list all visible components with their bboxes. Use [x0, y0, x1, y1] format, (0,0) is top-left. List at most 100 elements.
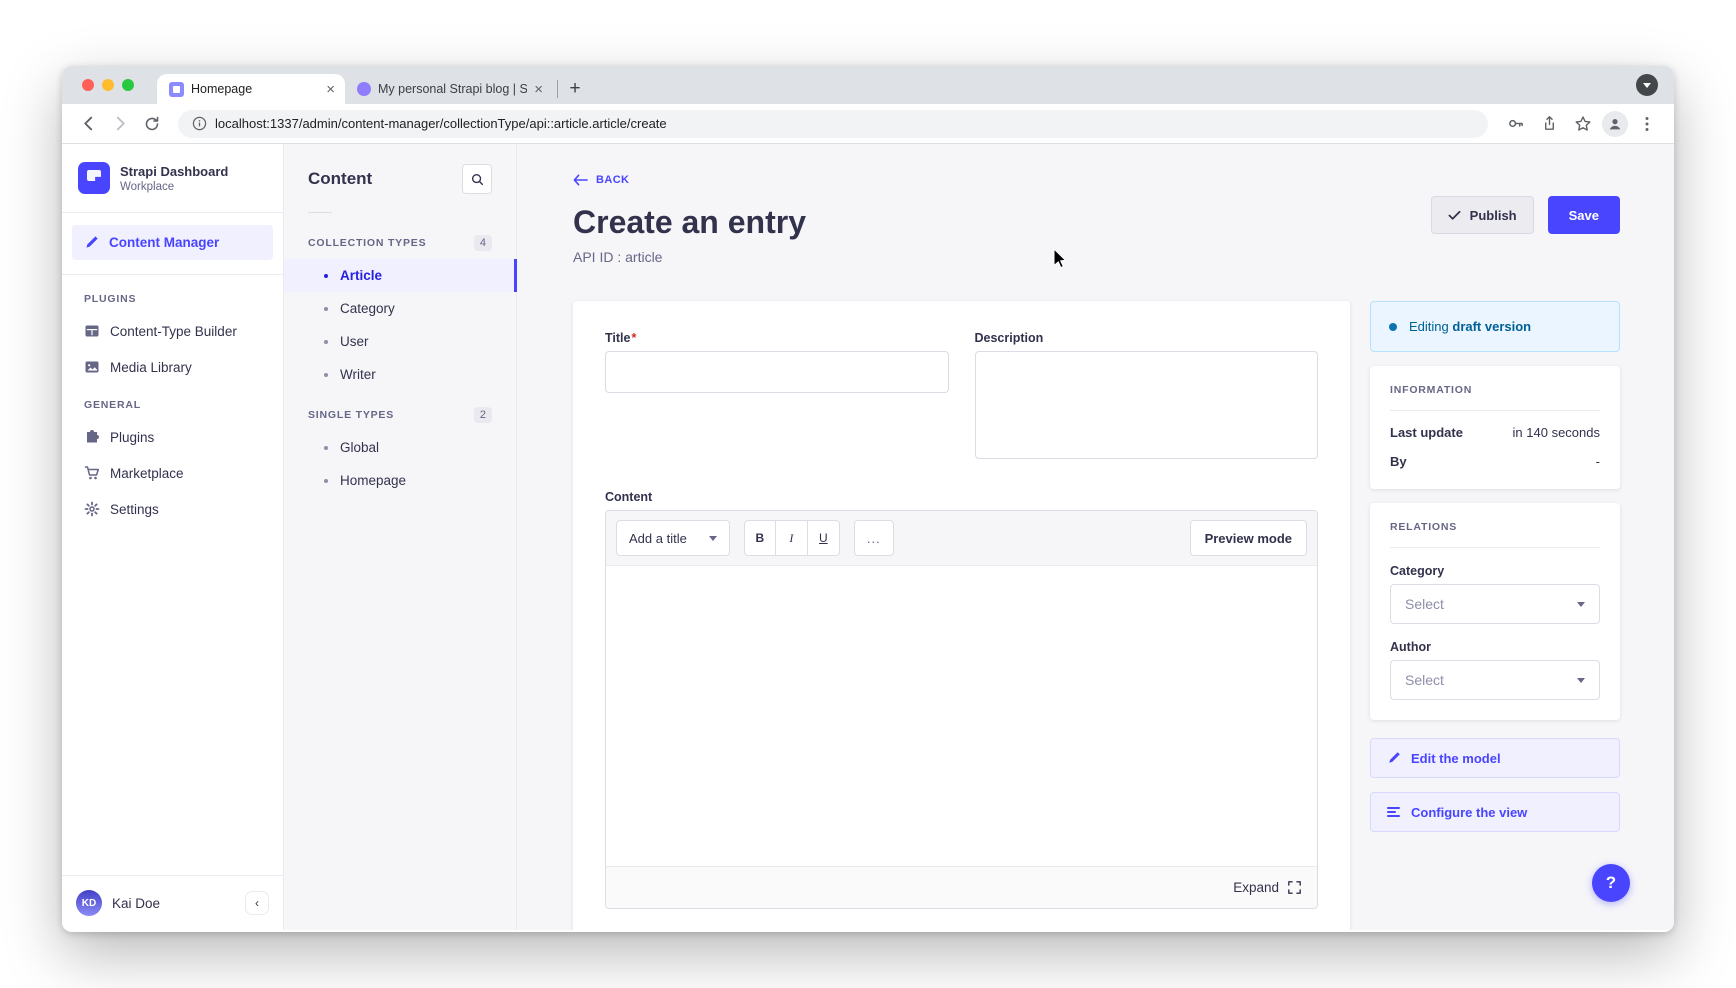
chevron-down-icon	[709, 536, 717, 541]
sidebar-item-plugins[interactable]: Plugins	[62, 419, 283, 455]
info-label: By	[1390, 454, 1407, 469]
single-type-global[interactable]: Global	[284, 431, 516, 464]
sidebar-item-content-manager[interactable]: Content Manager	[72, 225, 273, 260]
editor-textarea[interactable]	[606, 566, 1317, 866]
bullet-icon	[324, 479, 328, 483]
puzzle-icon	[84, 429, 100, 445]
sidebar-item-label: Settings	[110, 502, 159, 517]
category-select[interactable]: Select	[1390, 584, 1600, 624]
bullet-icon	[324, 340, 328, 344]
gear-icon	[84, 501, 100, 517]
bullet-icon	[324, 373, 328, 377]
workspace-subtitle: Workplace	[120, 181, 228, 193]
tab-homepage[interactable]: Homepage ×	[157, 74, 345, 104]
bookmark-star-icon[interactable]	[1568, 110, 1598, 138]
expand-icon[interactable]	[1288, 881, 1301, 894]
collection-type-label: User	[340, 334, 369, 349]
search-button[interactable]	[462, 164, 492, 194]
divider	[1390, 547, 1600, 548]
collapse-sidebar-button[interactable]: ‹	[245, 891, 269, 915]
nav-section-general: GENERAL	[62, 385, 283, 419]
group-label-single-types: SINGLE TYPES	[308, 409, 394, 421]
browser-toolbar: localhost:1337/admin/content-manager/col…	[62, 104, 1674, 144]
sidebar-item-content-type-builder[interactable]: Content-Type Builder	[62, 313, 283, 349]
edit-model-label: Edit the model	[1411, 751, 1501, 766]
collection-type-writer[interactable]: Writer	[284, 358, 516, 391]
description-field-label: Description	[975, 331, 1319, 345]
close-tab-icon[interactable]: ×	[326, 82, 335, 97]
sidebar-item-media-library[interactable]: Media Library	[62, 349, 283, 385]
new-tab-button[interactable]: +	[562, 76, 588, 102]
workspace-header[interactable]: Strapi Dashboard Workplace	[62, 144, 283, 213]
tab-strapi-blog[interactable]: My personal Strapi blog | Strap ×	[345, 74, 553, 104]
single-type-homepage[interactable]: Homepage	[284, 464, 516, 497]
share-icon[interactable]	[1534, 110, 1564, 138]
publish-button[interactable]: Publish	[1431, 196, 1534, 234]
help-button[interactable]: ?	[1592, 864, 1630, 902]
reload-button[interactable]	[138, 110, 166, 138]
close-window-button[interactable]	[82, 79, 94, 91]
workspace-title: Strapi Dashboard	[120, 164, 228, 179]
info-label: Last update	[1390, 425, 1463, 440]
draft-status-text: Editing draft version	[1409, 319, 1531, 334]
minimize-window-button[interactable]	[102, 79, 114, 91]
sidebar-item-settings[interactable]: Settings	[62, 491, 283, 527]
heading-select[interactable]: Add a title	[616, 520, 730, 556]
content-field-label: Content	[605, 490, 1318, 504]
info-row-by: By -	[1390, 454, 1600, 469]
collection-type-user[interactable]: User	[284, 325, 516, 358]
strapi-favicon-icon	[169, 82, 184, 97]
divider	[62, 274, 283, 275]
tab-search-button[interactable]	[1636, 74, 1658, 96]
blog-favicon-icon	[357, 82, 371, 96]
draft-version-banner: Editing draft version	[1370, 301, 1620, 352]
url-bar[interactable]: localhost:1337/admin/content-manager/col…	[178, 110, 1488, 138]
preview-mode-button[interactable]: Preview mode	[1190, 520, 1307, 556]
divider	[308, 212, 332, 213]
sidebar-item-label: Marketplace	[110, 466, 184, 481]
information-card: INFORMATION Last update in 140 seconds B…	[1370, 366, 1620, 489]
search-icon	[471, 173, 484, 186]
strapi-admin-app: Strapi Dashboard Workplace Content Manag…	[62, 144, 1674, 930]
information-heading: INFORMATION	[1390, 384, 1600, 396]
author-select[interactable]: Select	[1390, 660, 1600, 700]
bold-button[interactable]: B	[744, 520, 776, 556]
forward-button[interactable]	[106, 110, 134, 138]
more-formats-button[interactable]: ...	[854, 520, 894, 556]
collection-type-category[interactable]: Category	[284, 292, 516, 325]
italic-button[interactable]: I	[776, 520, 808, 556]
title-input[interactable]	[605, 351, 949, 393]
user-avatar[interactable]: KD	[76, 890, 102, 916]
underline-button[interactable]: U	[808, 520, 840, 556]
password-key-icon[interactable]	[1500, 110, 1530, 138]
collection-type-article[interactable]: Article	[284, 259, 516, 292]
browser-profile-avatar[interactable]	[1602, 111, 1628, 137]
cart-icon	[84, 465, 100, 481]
zoom-window-button[interactable]	[122, 79, 134, 91]
browser-menu-icon[interactable]	[1632, 110, 1662, 138]
url-text: localhost:1337/admin/content-manager/col…	[215, 116, 667, 131]
edit-model-button[interactable]: Edit the model	[1370, 738, 1620, 778]
arrow-left-icon	[573, 174, 588, 186]
configure-view-button[interactable]: Configure the view	[1370, 792, 1620, 832]
description-textarea[interactable]	[975, 351, 1319, 459]
page-info-icon[interactable]	[192, 116, 207, 131]
nav-section-plugins: PLUGINS	[62, 279, 283, 313]
sidebar-item-marketplace[interactable]: Marketplace	[62, 455, 283, 491]
chevron-down-icon	[1577, 678, 1585, 683]
format-button-group: B I U	[744, 520, 840, 556]
back-link[interactable]: BACK	[573, 174, 1620, 186]
tab-title: Homepage	[191, 82, 319, 96]
main-content: BACK Create an entry API ID : article Pu…	[517, 144, 1674, 930]
tab-strip: Homepage × My personal Strapi blog | Str…	[62, 66, 1674, 104]
entry-side-panel: Editing draft version INFORMATION Last u…	[1370, 301, 1620, 832]
main-navigation: Strapi Dashboard Workplace Content Manag…	[62, 144, 284, 930]
save-button[interactable]: Save	[1548, 196, 1620, 234]
content-types-panel: Content COLLECTION TYPES 4 Article Categ…	[284, 144, 517, 930]
single-type-label: Homepage	[340, 473, 406, 488]
back-button[interactable]	[74, 110, 102, 138]
chevron-down-icon	[1577, 602, 1585, 607]
editor-footer: Expand	[606, 866, 1317, 908]
editor-toolbar: Add a title B I U ... Preview mode	[606, 511, 1317, 566]
close-tab-icon[interactable]: ×	[534, 82, 543, 97]
